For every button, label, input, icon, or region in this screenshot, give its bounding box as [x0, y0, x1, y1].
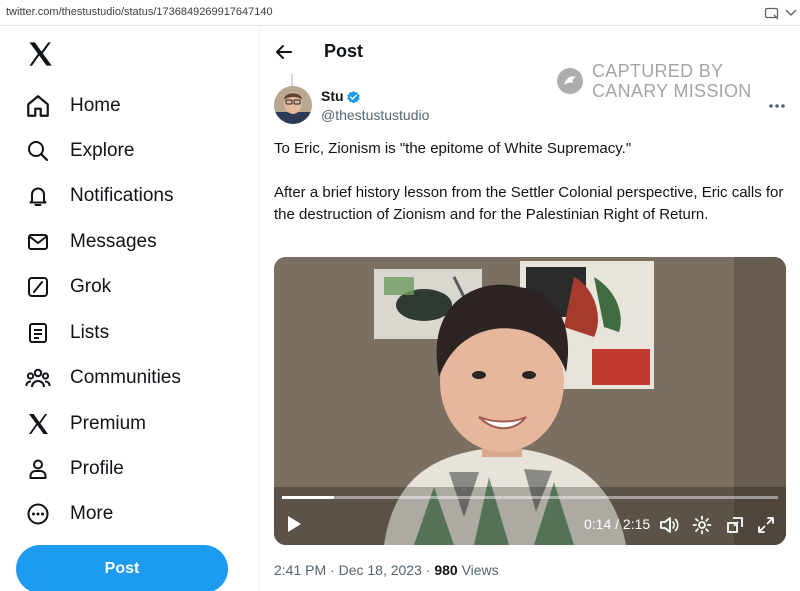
canary-mission-logo-icon [556, 67, 584, 95]
bell-icon [24, 182, 52, 210]
views-label: Views [461, 562, 499, 578]
author-name[interactable]: Stu [321, 88, 344, 104]
watermark-text: CAPTURED BY CANARY MISSION [592, 61, 752, 101]
sidebar-item-label: Messages [70, 231, 157, 252]
screenshot-icon[interactable] [764, 5, 780, 21]
main-column: Post CAPTURED BY CANARY MISSION Stu @the… [260, 26, 800, 591]
sidebar-item-premium[interactable]: Premium [24, 404, 146, 444]
zoom-icon[interactable] [784, 5, 798, 21]
video-progress-fill [282, 496, 334, 499]
grok-icon [24, 273, 52, 301]
sidebar-item-label: Premium [70, 413, 147, 434]
sidebar-item-label: Lists [70, 322, 110, 343]
sidebar-item-grok[interactable]: Grok [24, 267, 111, 307]
sidebar-item-home[interactable]: Home [24, 86, 121, 126]
search-icon [24, 137, 52, 165]
avatar[interactable] [274, 86, 312, 124]
sidebar-item-label: Communities [70, 367, 181, 388]
video-player[interactable]: 0:14 / 2:15 [274, 257, 786, 545]
sidebar-item-label: Notifications [70, 185, 174, 206]
browser-address-bar[interactable]: twitter.com/thestustudio/status/17368492… [0, 0, 800, 26]
back-arrow-icon[interactable] [274, 42, 294, 62]
settings-gear-icon[interactable] [692, 515, 712, 535]
sidebar-item-label: Home [70, 95, 121, 116]
communities-icon [24, 364, 52, 392]
x-logo-icon[interactable] [26, 40, 54, 68]
sidebar-item-profile[interactable]: Profile [24, 449, 124, 489]
volume-icon[interactable] [659, 515, 679, 535]
video-frame [274, 257, 786, 545]
more-circle-icon [24, 500, 52, 528]
views-count: 980 [434, 562, 458, 578]
fullscreen-icon[interactable] [756, 515, 776, 535]
thread-line [291, 74, 293, 86]
person-icon [24, 455, 52, 483]
video-time-separator: / [615, 516, 620, 532]
envelope-icon [24, 228, 52, 256]
video-current-time: 0:14 [584, 516, 612, 532]
tweet-text-paragraph-1: To Eric, Zionism is "the epitome of Whit… [274, 140, 632, 157]
sidebar-item-label: Grok [70, 276, 112, 297]
tweet-text-paragraph-2: After a brief history lesson from the Se… [274, 184, 784, 223]
x-premium-icon [24, 410, 52, 438]
sidebar-item-label: Explore [70, 140, 135, 161]
picture-in-picture-icon[interactable] [725, 515, 745, 535]
url-text[interactable]: twitter.com/thestustudio/status/17368492… [6, 6, 273, 18]
tweet-meta: 2:41 PM · Dec 18, 2023 · 980 Views [274, 562, 499, 578]
video-time: 0:14 / 2:15 [584, 516, 650, 532]
tweet-text: To Eric, Zionism is "the epitome of Whit… [274, 138, 784, 226]
video-progress-bar[interactable] [282, 496, 778, 499]
post-button[interactable]: Post [16, 545, 228, 591]
sidebar-item-label: Profile [70, 458, 124, 479]
video-duration: 2:15 [622, 516, 651, 532]
watermark-line-2: CANARY MISSION [592, 81, 752, 101]
sidebar-item-messages[interactable]: Messages [24, 222, 157, 262]
watermark-line-1: CAPTURED BY [592, 61, 724, 81]
verified-badge-icon [346, 90, 361, 105]
author-handle[interactable]: @thestustustudio [321, 107, 429, 123]
sidebar-item-more[interactable]: More [24, 494, 113, 534]
sidebar-item-lists[interactable]: Lists [24, 313, 109, 353]
sidebar-item-communities[interactable]: Communities [24, 358, 181, 398]
sidebar: Home Explore Notifications Messages Grok… [0, 26, 258, 591]
sidebar-item-label: More [70, 503, 114, 524]
sidebar-item-explore[interactable]: Explore [24, 131, 134, 171]
sidebar-item-notifications[interactable]: Notifications [24, 176, 174, 216]
page-title: Post [324, 41, 364, 61]
home-icon [24, 92, 52, 120]
list-icon [24, 319, 52, 347]
more-options-icon[interactable] [768, 96, 786, 108]
play-icon[interactable] [286, 515, 302, 533]
tweet-timestamp[interactable]: 2:41 PM · Dec 18, 2023 · [274, 562, 434, 578]
watermark: CAPTURED BY CANARY MISSION [556, 61, 752, 101]
